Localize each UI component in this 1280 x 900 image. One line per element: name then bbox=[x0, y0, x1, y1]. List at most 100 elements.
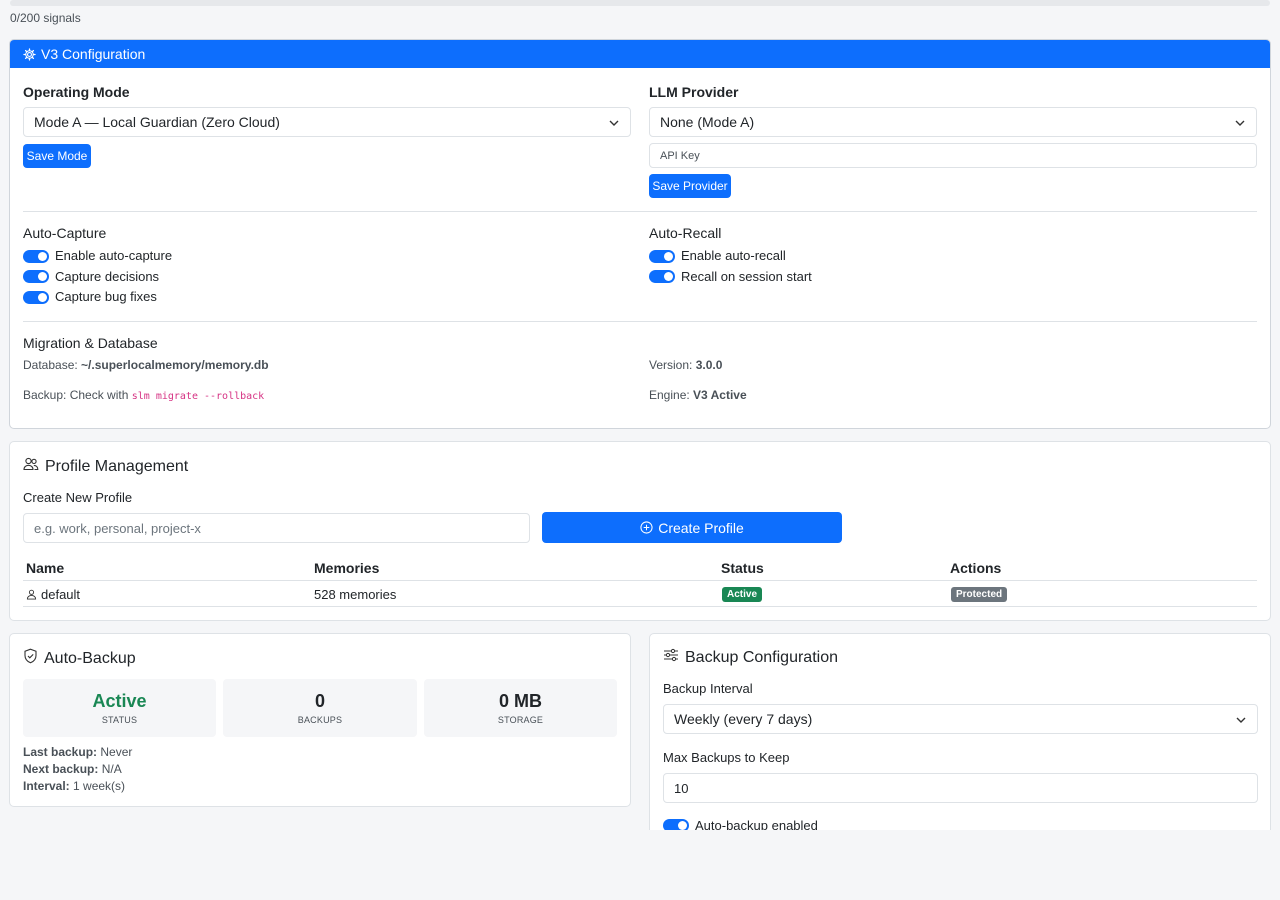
interval-value: 1 week(s) bbox=[73, 779, 126, 793]
create-profile-label: Create New Profile bbox=[23, 490, 133, 505]
profile-name-placeholder: e.g. work, personal, project-x bbox=[34, 520, 201, 536]
create-profile-button[interactable]: Create Profile bbox=[542, 512, 842, 543]
signals-progress-bar bbox=[10, 0, 1270, 6]
version-row: Version: 3.0.0 bbox=[649, 358, 722, 372]
divider bbox=[23, 211, 1257, 212]
enable-auto-recall-label: Enable auto-recall bbox=[681, 248, 786, 263]
backup-interval-label: Backup Interval bbox=[663, 681, 753, 696]
signals-count: 0/200 signals bbox=[10, 11, 81, 25]
profile-name-cell: default bbox=[26, 587, 80, 602]
backups-stat-label: BACKUPS bbox=[297, 715, 343, 725]
capture-bug-fixes-label: Capture bug fixes bbox=[55, 289, 157, 304]
profile-management-card: Profile Management Create New Profile e.… bbox=[9, 441, 1271, 621]
storage-stat-value: 0 MB bbox=[498, 691, 542, 711]
save-provider-button[interactable]: Save Provider bbox=[649, 174, 731, 198]
operating-mode-label: Operating Mode bbox=[23, 84, 130, 100]
last-backup-row: Last backup: Never bbox=[23, 745, 132, 759]
profile-name-input[interactable]: e.g. work, personal, project-x bbox=[23, 513, 530, 543]
database-label: Database: bbox=[23, 358, 78, 372]
divider bbox=[23, 321, 1257, 322]
auto-backup-card: Auto-Backup Active STATUS 0 BACKUPS 0 MB… bbox=[9, 633, 631, 807]
column-header-memories: Memories bbox=[314, 560, 380, 576]
next-backup-value: N/A bbox=[101, 762, 122, 776]
backup-configuration-header: Backup Configuration bbox=[663, 648, 838, 667]
create-profile-label-text: Create Profile bbox=[658, 519, 744, 536]
llm-provider-label: LLM Provider bbox=[649, 84, 739, 100]
capture-bug-fixes-toggle[interactable] bbox=[23, 291, 49, 304]
database-value: ~/.superlocalmemory/memory.db bbox=[81, 358, 269, 372]
profile-name: default bbox=[41, 587, 81, 602]
database-row: Database: ~/.superlocalmemory/memory.db bbox=[23, 358, 269, 372]
backup-command: slm migrate --rollback bbox=[131, 391, 265, 402]
table-row-divider bbox=[23, 606, 1257, 607]
capture-decisions-label: Capture decisions bbox=[55, 269, 160, 284]
engine-row: Engine: V3 Active bbox=[649, 388, 747, 402]
sliders-icon bbox=[663, 648, 679, 667]
backup-label: Backup: Check with bbox=[23, 388, 129, 402]
storage-stat: 0 MB STORAGE bbox=[424, 679, 617, 737]
max-backups-label: Max Backups to Keep bbox=[663, 750, 790, 765]
auto-backup-header: Auto-Backup bbox=[23, 648, 136, 669]
profile-memories: 528 memories bbox=[314, 587, 397, 602]
recall-on-session-start-toggle[interactable] bbox=[649, 270, 675, 283]
save-mode-button[interactable]: Save Mode bbox=[23, 144, 91, 168]
v3-configuration-card: V3 Configuration Operating Mode Mode A —… bbox=[9, 39, 1271, 429]
api-key-placeholder: API Key bbox=[660, 149, 700, 162]
plus-circle-icon bbox=[640, 521, 653, 534]
enable-auto-recall-toggle[interactable] bbox=[649, 250, 675, 263]
people-icon bbox=[23, 457, 39, 476]
interval-label: Interval: bbox=[23, 779, 70, 793]
recall-on-session-start-label: Recall on session start bbox=[681, 269, 812, 284]
backup-configuration-title: Backup Configuration bbox=[685, 648, 838, 666]
auto-backup-title: Auto-Backup bbox=[44, 649, 136, 667]
version-value: 3.0.0 bbox=[695, 358, 723, 372]
column-header-status: Status bbox=[721, 560, 764, 576]
status-badge: Active bbox=[722, 587, 763, 602]
capture-decisions-toggle[interactable] bbox=[23, 270, 49, 283]
auto-capture-title: Auto-Capture bbox=[23, 225, 107, 241]
gear-icon bbox=[23, 47, 36, 61]
next-backup-row: Next backup: N/A bbox=[23, 762, 122, 776]
migration-title: Migration & Database bbox=[23, 335, 158, 351]
profile-management-header: Profile Management bbox=[23, 457, 188, 476]
status-stat-value: Active bbox=[92, 691, 147, 711]
backups-stat-value: 0 bbox=[314, 691, 325, 711]
chevron-down-icon bbox=[1234, 116, 1246, 132]
column-header-actions: Actions bbox=[950, 560, 1002, 576]
storage-stat-label: STORAGE bbox=[497, 715, 544, 725]
auto-recall-title: Auto-Recall bbox=[649, 225, 722, 241]
operating-mode-select[interactable]: Mode A — Local Guardian (Zero Cloud) bbox=[23, 107, 631, 137]
max-backups-input[interactable]: 10 bbox=[663, 773, 1258, 803]
chevron-down-icon bbox=[608, 116, 620, 132]
backup-interval-select[interactable]: Weekly (every 7 days) bbox=[663, 704, 1258, 734]
shield-check-icon bbox=[23, 648, 38, 669]
engine-label: Engine: bbox=[649, 388, 690, 402]
backup-configuration-card: Backup Configuration Backup Interval Wee… bbox=[649, 633, 1271, 830]
protected-badge: Protected bbox=[951, 587, 1008, 602]
last-backup-value: Never bbox=[100, 745, 133, 759]
v3-configuration-title: V3 Configuration bbox=[41, 46, 146, 62]
column-header-name: Name bbox=[26, 560, 65, 576]
operating-mode-value: Mode A — Local Guardian (Zero Cloud) bbox=[34, 114, 280, 130]
version-label: Version: bbox=[649, 358, 693, 372]
status-stat: Active STATUS bbox=[23, 679, 216, 737]
interval-row: Interval: 1 week(s) bbox=[23, 779, 125, 793]
profile-management-title: Profile Management bbox=[45, 457, 189, 475]
status-stat-label: STATUS bbox=[101, 715, 138, 725]
person-icon bbox=[26, 589, 37, 600]
enable-auto-capture-label: Enable auto-capture bbox=[55, 248, 173, 263]
backup-interval-value: Weekly (every 7 days) bbox=[674, 711, 813, 727]
llm-provider-value: None (Mode A) bbox=[660, 114, 755, 130]
engine-value: V3 Active bbox=[693, 388, 747, 402]
backup-row: Backup: Check with slm migrate --rollbac… bbox=[23, 388, 264, 402]
chevron-down-icon bbox=[1235, 713, 1247, 729]
auto-backup-enabled-label: Auto-backup enabled bbox=[695, 818, 818, 830]
enable-auto-capture-toggle[interactable] bbox=[23, 250, 49, 263]
backups-stat: 0 BACKUPS bbox=[223, 679, 417, 737]
auto-backup-enabled-toggle[interactable] bbox=[663, 819, 689, 830]
llm-provider-select[interactable]: None (Mode A) bbox=[649, 107, 1257, 137]
next-backup-label: Next backup: bbox=[23, 762, 99, 776]
last-backup-label: Last backup: bbox=[23, 745, 98, 759]
v3-configuration-header: V3 Configuration bbox=[10, 40, 1270, 68]
api-key-input[interactable]: API Key bbox=[649, 143, 1257, 168]
